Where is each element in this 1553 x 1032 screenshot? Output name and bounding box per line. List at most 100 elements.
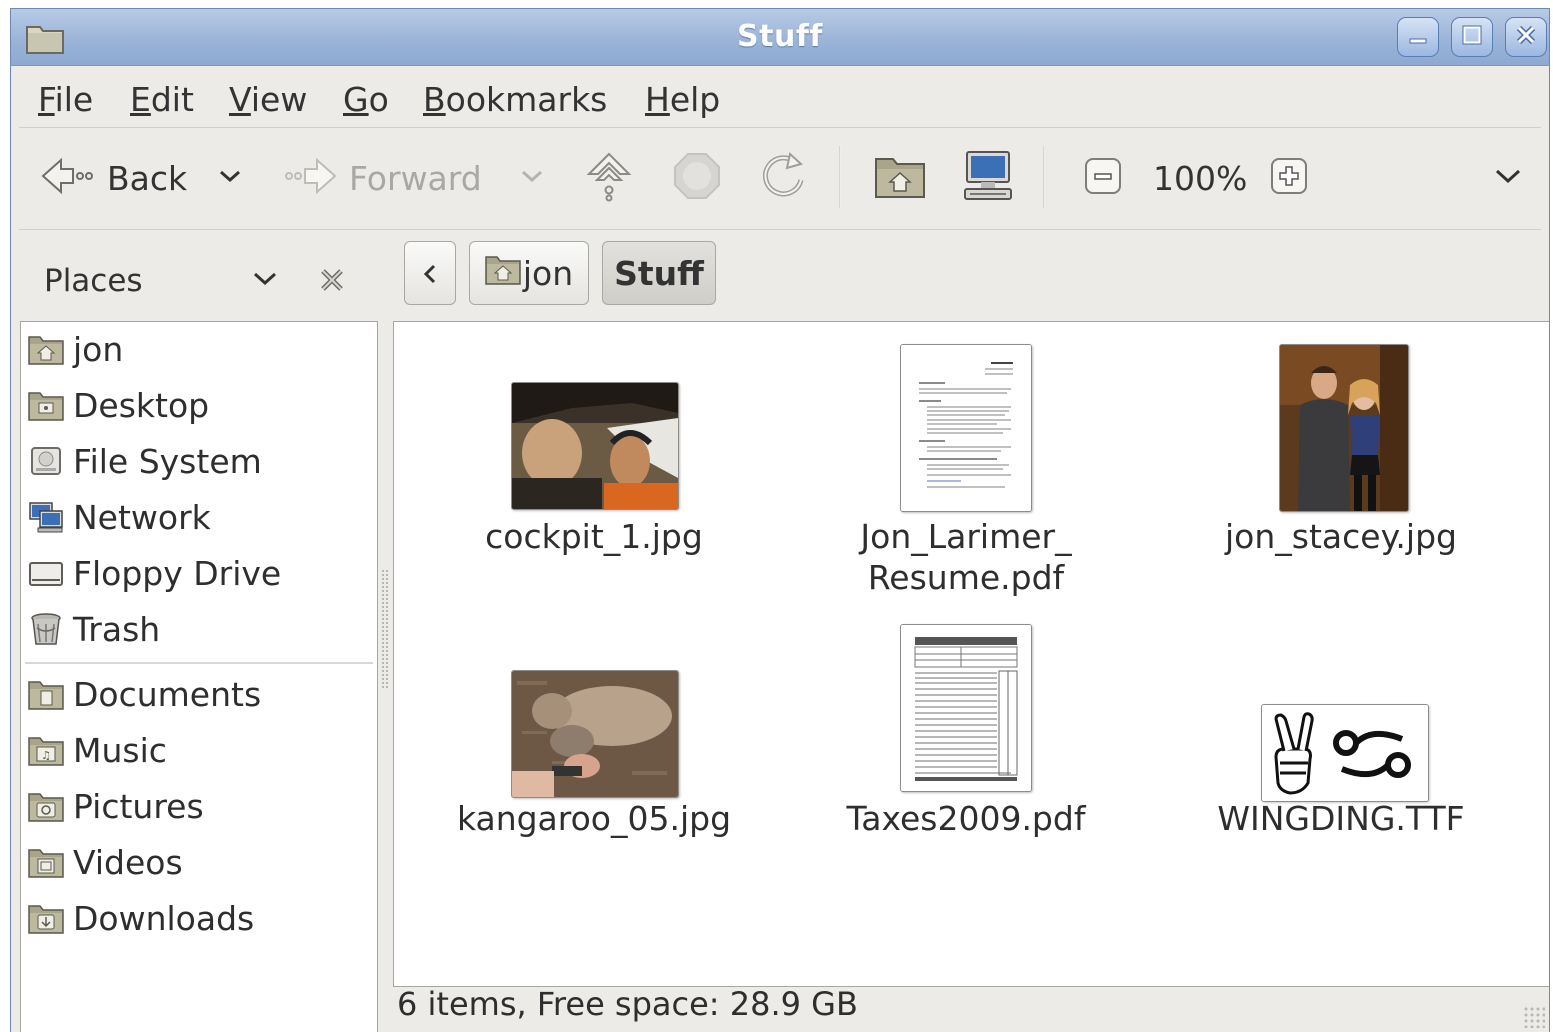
file-item-taxes[interactable]: Taxes2009.pdf	[796, 612, 1136, 892]
window-title: Stuff	[737, 19, 823, 54]
minimize-icon	[1407, 24, 1429, 50]
zoom-out-icon	[1083, 156, 1123, 200]
chevron-down-icon[interactable]	[251, 269, 279, 293]
menu-help[interactable]: Help	[645, 80, 720, 119]
home-button[interactable]	[873, 148, 927, 208]
floppy-icon	[27, 556, 65, 590]
file-item-jon-stacey[interactable]: jon_stacey.jpg	[1171, 322, 1511, 602]
maximize-button[interactable]	[1451, 17, 1493, 57]
title-bar[interactable]: Stuff	[11, 9, 1549, 66]
reload-button[interactable]	[757, 148, 809, 208]
sidebar-item-label: Desktop	[73, 385, 210, 425]
resize-grip[interactable]	[1523, 1006, 1545, 1028]
back-label: Back	[107, 158, 188, 198]
crumb-label: jon	[522, 253, 574, 293]
menu-mnemonic: G	[343, 80, 369, 119]
sidebar-item-label: Floppy Drive	[73, 553, 282, 593]
stop-button[interactable]	[671, 148, 723, 208]
sidebar-item-label: Music	[73, 730, 167, 770]
sidebar-item-label: Downloads	[73, 898, 255, 938]
sidebar-item-videos[interactable]: Videos	[27, 837, 183, 887]
sidebar-item-music[interactable]: ♫ Music	[27, 725, 167, 775]
zoom-out-button[interactable]	[1083, 148, 1123, 208]
file-name: Taxes2009.pdf	[846, 799, 1086, 838]
sidebar-item-label: Videos	[73, 842, 183, 882]
sidebar-item-label: File System	[73, 441, 262, 481]
back-button[interactable]: Back	[39, 148, 187, 208]
menu-edit[interactable]: Edit	[130, 80, 194, 119]
file-manager-window: Stuff File Edit View Go Bookmarks Help B…	[10, 8, 1550, 1032]
places-sidebar: jon Desktop File System Network Floppy D…	[20, 321, 378, 1032]
back-arrow-icon	[39, 156, 95, 200]
toolbar-divider	[839, 146, 841, 208]
sidebar-item-pictures[interactable]: Pictures	[27, 781, 204, 831]
downloads-folder-icon	[27, 901, 65, 935]
zoom-level-label: 100%	[1153, 158, 1248, 198]
toolbar-divider	[1043, 146, 1045, 208]
image-thumbnail	[511, 382, 679, 510]
file-name-line-1: Jon_Larimer_	[860, 517, 1072, 556]
sidebar-item-label: Network	[73, 497, 211, 537]
file-item-wingding[interactable]: WINGDING.TTF	[1171, 612, 1511, 892]
file-name-line-2: Resume.pdf	[867, 558, 1065, 597]
menu-mnemonic: V	[229, 80, 251, 119]
home-folder-icon	[27, 332, 65, 366]
minimize-button[interactable]	[1397, 17, 1439, 57]
sidebar-item-label: Documents	[73, 674, 262, 714]
file-item-kangaroo[interactable]: kangaroo_05.jpg	[424, 612, 764, 892]
forward-button[interactable]: Forward	[283, 148, 482, 208]
forward-label: Forward	[349, 158, 482, 198]
svg-text:♫: ♫	[41, 749, 51, 762]
side-pane-selector[interactable]: Places	[44, 263, 143, 299]
up-button[interactable]	[583, 148, 635, 208]
close-button[interactable]	[1505, 17, 1547, 57]
trash-icon	[27, 612, 65, 646]
videos-folder-icon	[27, 845, 65, 879]
menu-mnemonic: F	[38, 80, 55, 119]
toolbar-overflow-button[interactable]	[1493, 148, 1523, 208]
forward-history-dropdown[interactable]	[519, 148, 545, 208]
sidebar-item-desktop[interactable]: Desktop	[27, 380, 209, 430]
zoom-level[interactable]: 100%	[1153, 148, 1247, 208]
back-history-dropdown[interactable]	[217, 148, 243, 208]
file-name: jon_stacey.jpg	[1225, 517, 1457, 556]
menu-go[interactable]: Go	[343, 80, 389, 119]
menu-bar: File Edit View Go Bookmarks Help	[11, 66, 1549, 126]
sidebar-item-downloads[interactable]: Downloads	[27, 893, 254, 943]
chevron-down-icon	[217, 166, 243, 190]
menu-bookmarks[interactable]: Bookmarks	[423, 80, 607, 119]
menu-file[interactable]: File	[38, 80, 93, 119]
file-name: cockpit_1.jpg	[485, 517, 703, 556]
documents-folder-icon	[27, 677, 65, 711]
sidebar-item-documents[interactable]: Documents	[27, 669, 261, 719]
sidebar-item-floppy-drive[interactable]: Floppy Drive	[27, 548, 281, 598]
sidebar-item-trash[interactable]: Trash	[27, 604, 160, 654]
crumb-jon[interactable]: jon	[469, 241, 589, 305]
zoom-in-icon	[1269, 156, 1309, 200]
path-scroll-left-button[interactable]	[404, 241, 456, 305]
chevron-left-icon	[422, 254, 438, 293]
status-text: 6 items, Free space: 28.9 GB	[397, 985, 858, 1023]
file-item-resume[interactable]: Jon_Larimer_ Resume.pdf	[796, 322, 1136, 602]
sidebar-item-jon[interactable]: jon	[27, 324, 123, 374]
home-icon	[485, 253, 521, 293]
menu-view[interactable]: View	[229, 80, 307, 119]
sidebar-item-file-system[interactable]: File System	[27, 436, 262, 486]
pane-resize-handle[interactable]	[381, 569, 389, 689]
pdf-thumbnail	[900, 344, 1032, 512]
maximize-icon	[1461, 24, 1483, 50]
desktop-folder-icon	[27, 388, 65, 422]
file-item-cockpit[interactable]: cockpit_1.jpg	[424, 322, 764, 602]
drive-icon	[27, 444, 65, 478]
sidebar-item-network[interactable]: Network	[27, 492, 211, 542]
stop-icon	[671, 150, 723, 206]
icon-view[interactable]: cockpit_1.jpg Jon_Larimer_ Resume.pdf jo…	[393, 321, 1549, 987]
zoom-in-button[interactable]	[1269, 148, 1309, 208]
chevron-down-icon	[1493, 166, 1523, 190]
close-pane-icon[interactable]	[319, 267, 345, 297]
image-thumbnail	[1279, 344, 1409, 512]
crumb-stuff[interactable]: Stuff	[602, 241, 716, 305]
computer-button[interactable]	[961, 148, 1015, 208]
font-preview-thumbnail	[1261, 704, 1429, 802]
toolbar: Back Forward 100%	[11, 128, 1549, 228]
